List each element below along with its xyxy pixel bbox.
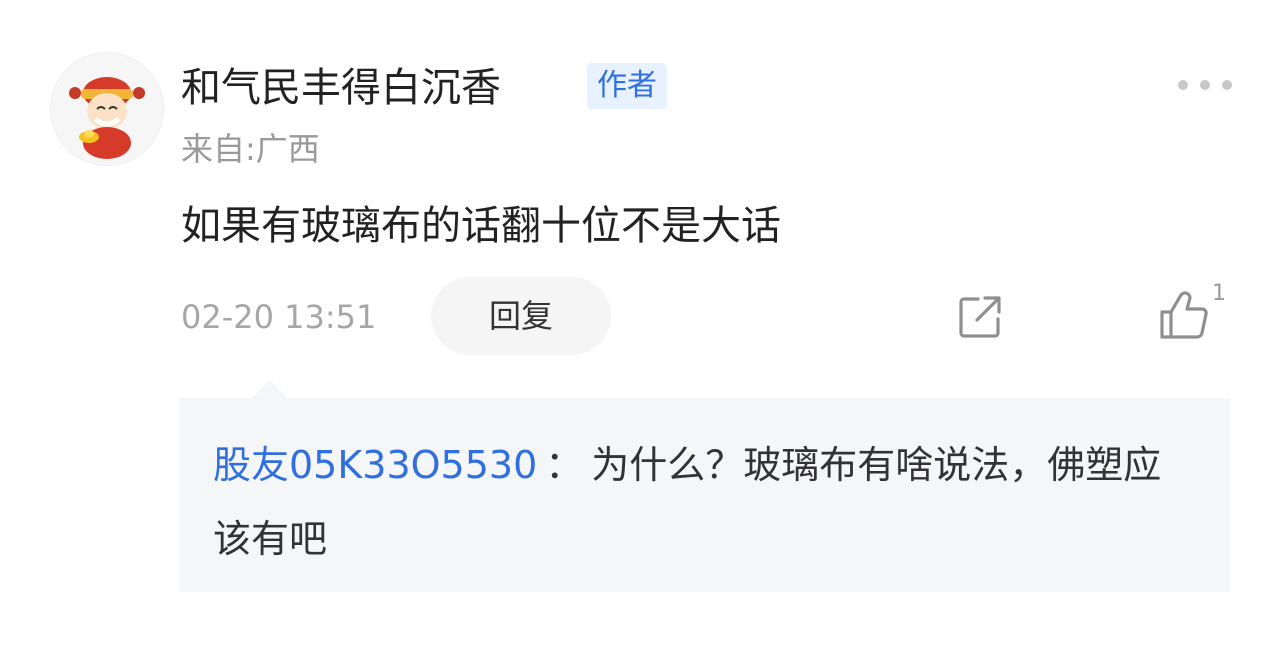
avatar-image xyxy=(69,77,145,159)
reply-separator: ： xyxy=(545,443,584,487)
share-button[interactable] xyxy=(956,293,1004,341)
author-badge: 作者 xyxy=(587,63,667,109)
reply-item[interactable]: 股友05K33O5530：为什么？玻璃布有啥说法，佛塑应该有吧 xyxy=(213,428,1193,576)
like-count: 1 xyxy=(1212,281,1226,306)
share-icon xyxy=(959,296,1001,338)
reply-username[interactable]: 股友05K33O5530 xyxy=(213,443,537,487)
reply-button[interactable]: 回复 xyxy=(431,277,611,355)
comment-card: 和气民丰得白沉香 作者 来自:广西 如果有玻璃布的话翻十位不是大话 02-20 … xyxy=(0,0,1280,672)
username[interactable]: 和气民丰得白沉香 xyxy=(181,60,501,116)
location-label: 来自:广西 xyxy=(181,130,320,168)
like-button[interactable] xyxy=(1158,290,1210,342)
more-dot-icon xyxy=(1200,80,1210,90)
more-dot-icon xyxy=(1178,80,1188,90)
thumbs-up-icon xyxy=(1160,291,1208,339)
more-dot-icon xyxy=(1222,80,1232,90)
more-options-button[interactable] xyxy=(1178,72,1232,98)
reply-pointer xyxy=(252,380,288,398)
comment-content: 如果有玻璃布的话翻十位不是大话 xyxy=(181,203,781,249)
avatar[interactable] xyxy=(50,52,164,166)
comment-timestamp: 02-20 13:51 xyxy=(181,298,377,336)
